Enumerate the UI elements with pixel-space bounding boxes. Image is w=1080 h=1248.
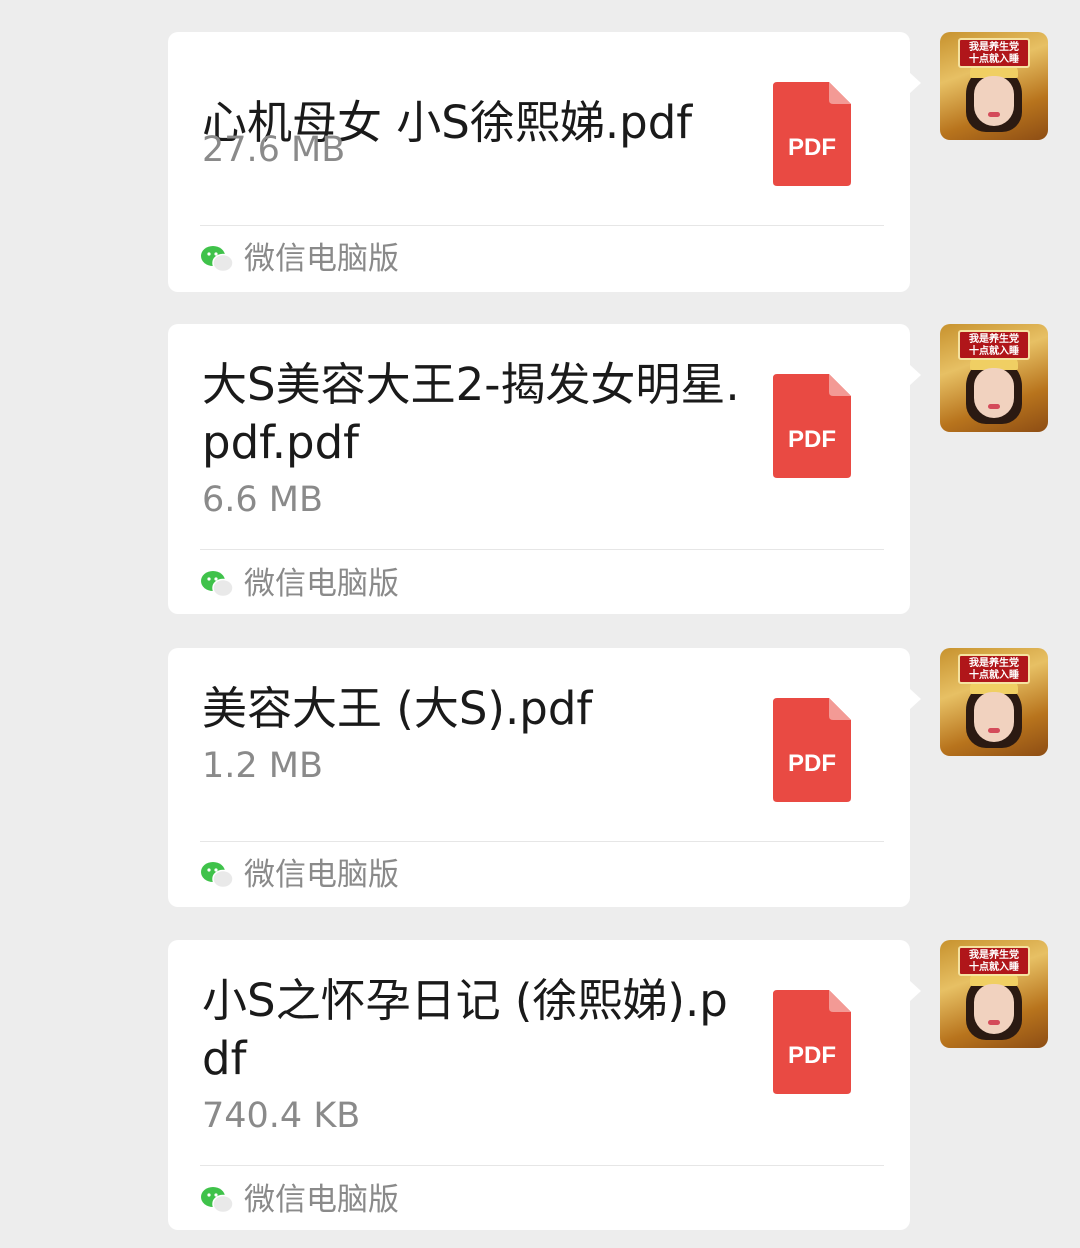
source-row: 微信电脑版 [200, 1180, 399, 1220]
avatar-face [974, 368, 1014, 418]
avatar-banner: 我是养生党 十点就入睡 [958, 330, 1030, 360]
source-label: 微信电脑版 [244, 566, 399, 602]
divider [200, 841, 884, 842]
avatar[interactable]: 我是养生党 十点就入睡 [940, 940, 1048, 1048]
avatar-lips [988, 404, 1000, 409]
avatar-lips [988, 728, 1000, 733]
avatar-banner-line2: 十点就入睡 [969, 54, 1019, 65]
pdf-file-icon: PDF [773, 990, 851, 1094]
wechat-icon [201, 246, 234, 273]
divider [200, 1165, 884, 1166]
wechat-icon [201, 862, 234, 889]
file-message-bubble[interactable]: 小S之怀孕日记 (徐熙娣).pdf 740.4 KB PDF 微信电脑版 [168, 940, 921, 1230]
file-size: 27.6 MB [202, 130, 346, 170]
avatar-banner: 我是养生党 十点就入睡 [958, 654, 1030, 684]
avatar-banner: 我是养生党 十点就入睡 [958, 38, 1030, 68]
avatar-banner-line2: 十点就入睡 [969, 670, 1019, 681]
avatar-banner-line1: 我是养生党 [969, 658, 1019, 669]
avatar-banner-line1: 我是养生党 [969, 334, 1019, 345]
source-row: 微信电脑版 [200, 239, 399, 279]
source-row: 微信电脑版 [200, 855, 399, 895]
file-message-bubble[interactable]: 大S美容大王2-揭发女明星.pdf.pdf 6.6 MB PDF 微信电脑版 [168, 324, 921, 614]
file-size: 740.4 KB [202, 1096, 361, 1136]
avatar-lips [988, 112, 1000, 117]
file-name: 大S美容大王2-揭发女明星.pdf.pdf [202, 358, 740, 469]
pdf-label: PDF [788, 134, 836, 161]
avatar-lips [988, 1020, 1000, 1025]
avatar-face [974, 76, 1014, 126]
avatar-face [974, 692, 1014, 742]
avatar-banner-line1: 我是养生党 [969, 950, 1019, 961]
file-message-bubble[interactable]: 美容大王 (大S).pdf 1.2 MB PDF 微信电脑版 [168, 648, 921, 907]
avatar[interactable]: 我是养生党 十点就入睡 [940, 648, 1048, 756]
divider [200, 549, 884, 550]
source-label: 微信电脑版 [244, 241, 399, 277]
avatar[interactable]: 我是养生党 十点就入睡 [940, 32, 1048, 140]
file-size: 6.6 MB [202, 480, 323, 520]
file-name: 小S之怀孕日记 (徐熙娣).pdf [202, 974, 728, 1085]
avatar-banner-line2: 十点就入睡 [969, 346, 1019, 357]
pdf-label: PDF [788, 426, 836, 453]
file-name: 美容大王 (大S).pdf [202, 682, 593, 735]
avatar-banner-line1: 我是养生党 [969, 42, 1019, 53]
avatar[interactable]: 我是养生党 十点就入睡 [940, 324, 1048, 432]
source-row: 微信电脑版 [200, 564, 399, 604]
avatar-banner-line2: 十点就入睡 [969, 962, 1019, 973]
file-message-bubble[interactable]: 心机母女 小S徐熙娣.pdf 27.6 MB PDF 微信电脑版 [168, 32, 921, 292]
pdf-label: PDF [788, 1042, 836, 1069]
avatar-banner: 我是养生党 十点就入睡 [958, 946, 1030, 976]
file-size: 1.2 MB [202, 746, 323, 786]
wechat-icon [201, 1187, 234, 1214]
pdf-file-icon: PDF [773, 698, 851, 802]
source-label: 微信电脑版 [244, 857, 399, 893]
divider [200, 225, 884, 226]
pdf-file-icon: PDF [773, 374, 851, 478]
wechat-icon [201, 571, 234, 598]
pdf-file-icon: PDF [773, 82, 851, 186]
pdf-label: PDF [788, 750, 836, 777]
source-label: 微信电脑版 [244, 1182, 399, 1218]
avatar-face [974, 984, 1014, 1034]
